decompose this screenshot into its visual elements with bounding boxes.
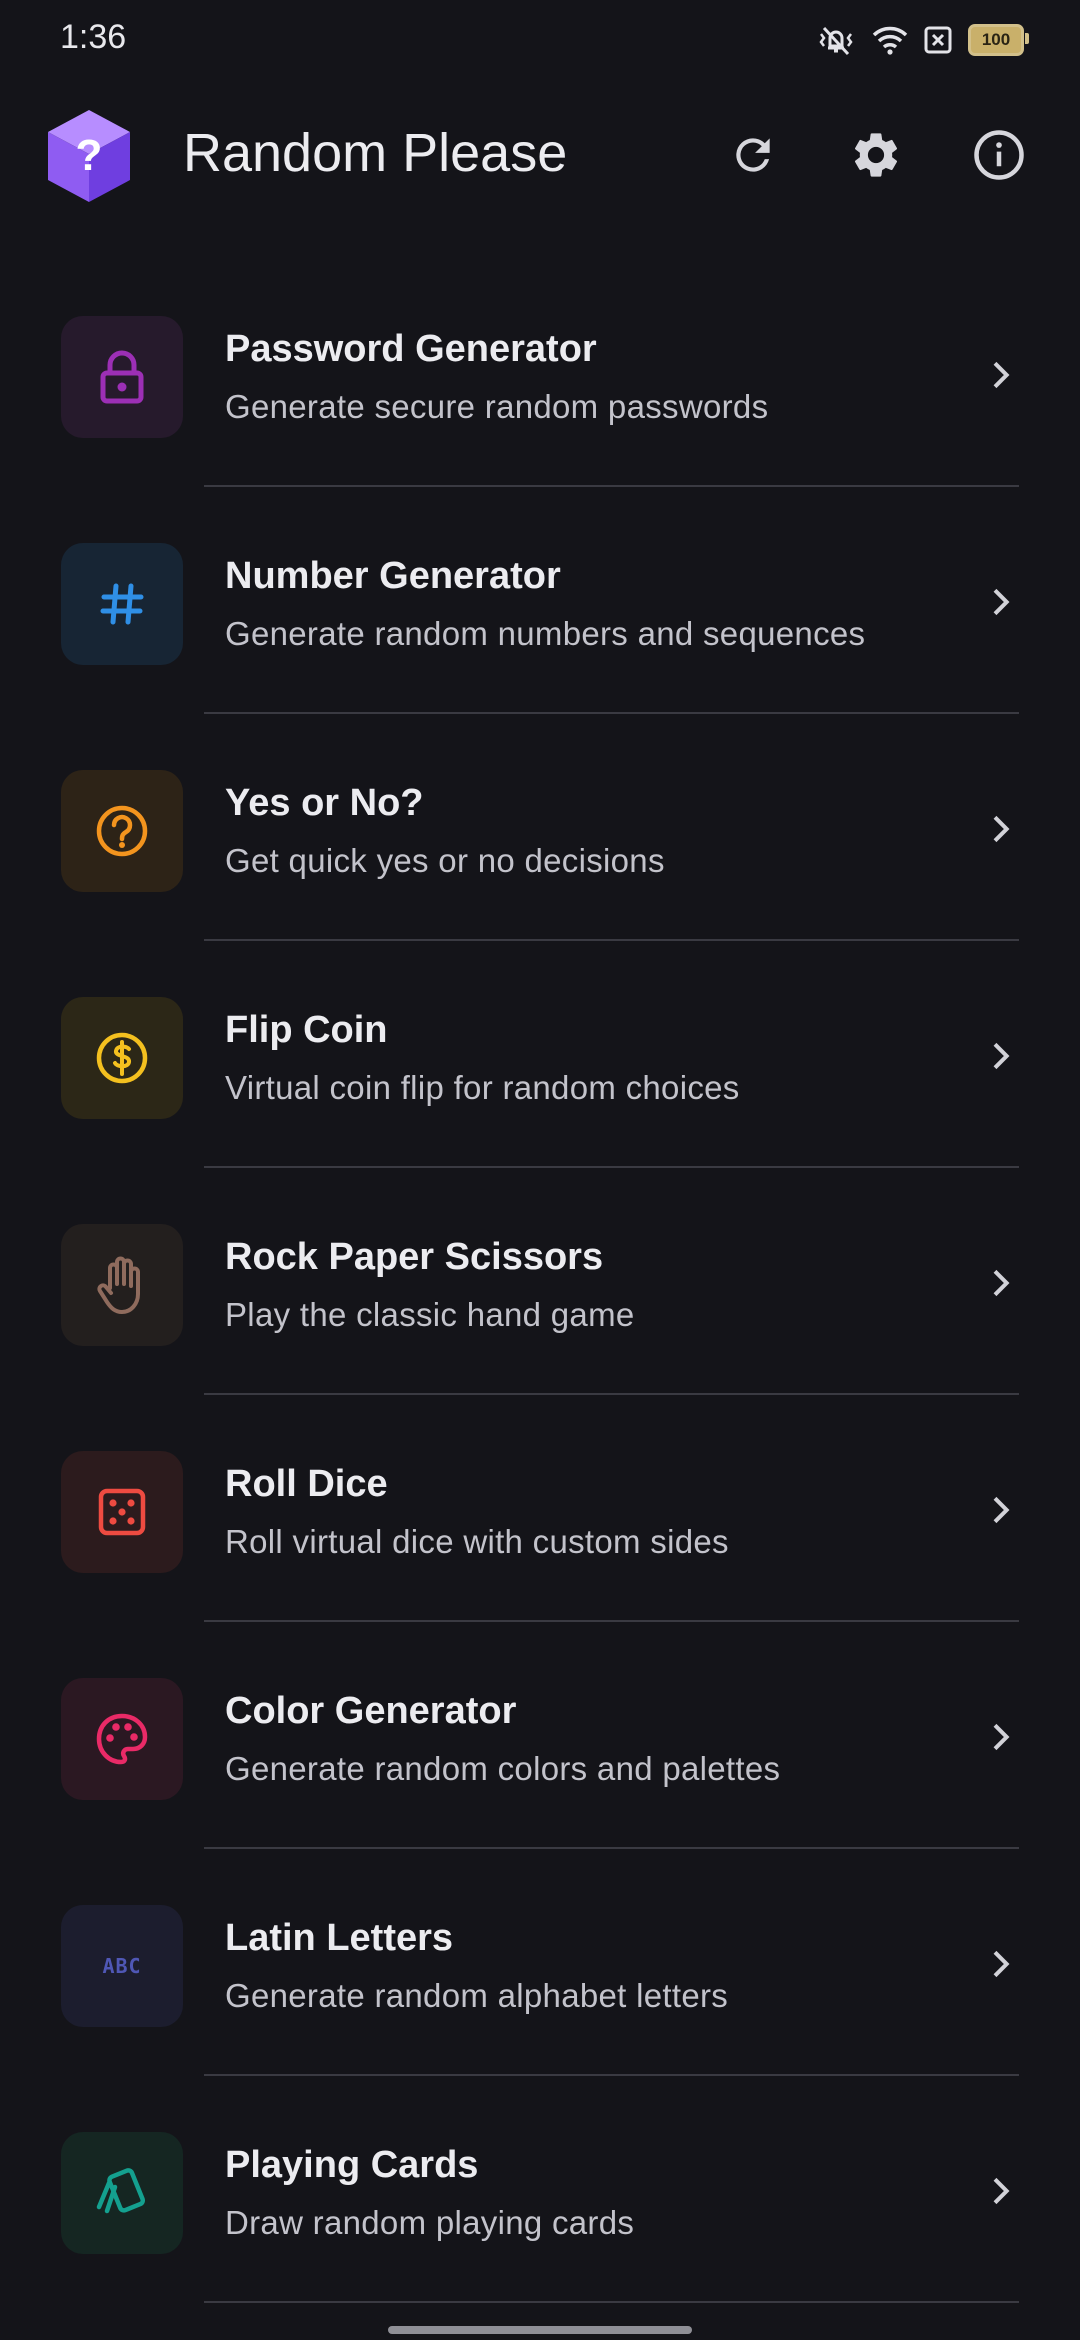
item-subtitle: Generate random colors and palettes [225,1750,781,1787]
chevron-right-icon [993,815,1010,843]
tile-number-generator [61,543,183,665]
chevron-right-icon [993,361,1010,389]
list-item-password-generator[interactable]: Password Generator Generate secure rando… [0,260,1080,487]
chevron-right-icon [993,588,1010,616]
tool-list: Password Generator Generate secure rando… [0,260,1080,2303]
item-title: Latin Letters [225,1917,454,1959]
item-title: Password Generator [225,328,597,370]
tile-password-generator [61,316,183,438]
info-icon [974,130,1024,180]
list-item-yes-or-no[interactable]: Yes or No? Get quick yes or no decisions [0,714,1080,941]
palette-icon [96,1713,148,1765]
item-title: Flip Coin [225,1009,388,1051]
list-item-flip-coin[interactable]: Flip Coin Virtual coin flip for random c… [0,941,1080,1168]
hand-icon [97,1256,140,1314]
info-button[interactable] [968,124,1030,186]
refresh-button[interactable] [722,124,784,186]
chevron-right-icon [993,1269,1010,1297]
mute-vibrate-icon [819,26,853,56]
abc-icon: ABC [102,1954,142,1978]
item-subtitle: Draw random playing cards [225,2204,635,2241]
chevron-right-icon [993,1042,1010,1070]
item-title: Roll Dice [225,1463,388,1505]
chevron-right-icon [993,2177,1010,2205]
question-circle-icon [96,805,148,857]
list-item-color-generator[interactable]: Color Generator Generate random colors a… [0,1622,1080,1849]
item-subtitle: Get quick yes or no decisions [225,842,665,879]
tile-roll-dice [61,1451,183,1573]
status-icons: 100 [816,24,1029,56]
item-subtitle: Generate random alphabet letters [225,1977,729,2014]
item-title: Number Generator [225,555,561,597]
divider [204,2301,1019,2303]
item-title: Rock Paper Scissors [225,1236,604,1278]
lock-icon [100,350,144,404]
tile-rock-paper-scissors [61,1224,183,1346]
item-title: Color Generator [225,1690,517,1732]
app-bar: ? Random Please [0,100,1080,210]
item-subtitle: Generate random numbers and sequences [225,615,866,652]
chevron-right-icon [993,1496,1010,1524]
chevron-right-icon [993,1950,1010,1978]
tile-playing-cards [61,2132,183,2254]
dice-icon [98,1488,146,1536]
cards-icon [96,2168,146,2214]
battery-icon: 100 [968,24,1029,56]
status-bar: 1:36 100 [0,0,1080,80]
list-item-rock-paper-scissors[interactable]: Rock Paper Scissors Play the classic han… [0,1168,1080,1395]
settings-button[interactable] [845,124,907,186]
item-title: Yes or No? [225,782,424,824]
app-logo-cube-icon: ? [48,110,130,202]
chevron-right-icon [993,1723,1010,1751]
list-item-latin-letters[interactable]: ABC Latin Letters Generate random alphab… [0,1849,1080,2076]
no-sim-icon [924,26,952,54]
status-time: 1:36 [60,18,127,56]
list-item-roll-dice[interactable]: Roll Dice Roll virtual dice with custom … [0,1395,1080,1622]
coin-icon [96,1032,148,1084]
item-subtitle: Roll virtual dice with custom sides [225,1523,729,1560]
wifi-icon [872,26,908,55]
item-title: Playing Cards [225,2144,479,2186]
list-item-playing-cards[interactable]: Playing Cards Draw random playing cards [0,2076,1080,2303]
item-subtitle: Generate secure random passwords [225,388,769,425]
tile-color-generator [61,1678,183,1800]
list-item-number-generator[interactable]: Number Generator Generate random numbers… [0,487,1080,714]
gear-icon [854,133,898,177]
item-subtitle: Play the classic hand game [225,1296,635,1333]
tile-latin-letters: ABC [61,1905,183,2027]
home-indicator[interactable] [388,2326,692,2334]
app-logo-glyph: ? [76,131,103,180]
tile-yes-or-no [61,770,183,892]
tile-flip-coin [61,997,183,1119]
hash-icon [100,583,144,625]
item-subtitle: Virtual coin flip for random choices [225,1069,740,1106]
app-title: Random Please [183,123,568,183]
refresh-icon [736,138,770,172]
